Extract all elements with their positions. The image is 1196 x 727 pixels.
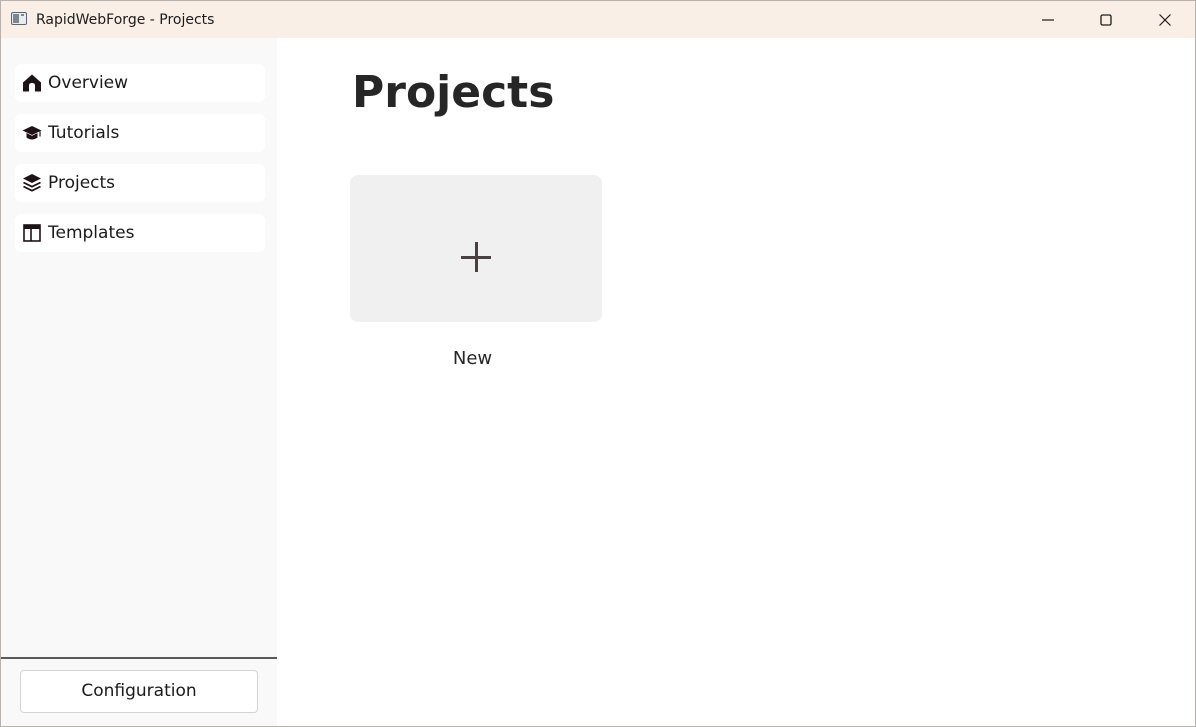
maximize-icon [1100, 14, 1112, 26]
new-project-label[interactable]: New [350, 347, 595, 371]
app-icon [11, 12, 27, 25]
minimize-button[interactable] [1019, 1, 1077, 38]
close-icon [1159, 14, 1171, 26]
plus-icon [461, 242, 491, 272]
sidebar-item-projects[interactable]: Projects [15, 164, 265, 202]
sidebar-item-label: Projects [48, 173, 116, 193]
configuration-button[interactable]: Configuration [20, 670, 258, 713]
maximize-button[interactable] [1077, 1, 1135, 38]
sidebar-item-templates[interactable]: Templates [15, 214, 265, 252]
sidebar-item-label: Templates [48, 223, 135, 243]
layers-icon [23, 174, 41, 192]
sidebar-item-label: Overview [48, 73, 129, 93]
app-window: RapidWebForge - Projects Overview Tutori… [0, 0, 1196, 727]
sidebar-item-label: Tutorials [48, 123, 120, 143]
minimize-icon [1042, 19, 1054, 21]
new-project-tile[interactable] [350, 175, 602, 322]
sidebar-divider [1, 657, 277, 659]
graduation-cap-icon [22, 126, 42, 140]
template-icon [23, 224, 41, 242]
sidebar-item-tutorials[interactable]: Tutorials [15, 114, 265, 152]
home-icon [23, 74, 41, 92]
sidebar-item-overview[interactable]: Overview [15, 64, 265, 102]
title-bar[interactable]: RapidWebForge - Projects [1, 1, 1195, 38]
close-button[interactable] [1136, 1, 1194, 38]
window-title: RapidWebForge - Projects [36, 12, 215, 28]
sidebar: Overview Tutorials Projects Templates Co… [1, 38, 277, 726]
page-title: Projects [352, 67, 555, 118]
